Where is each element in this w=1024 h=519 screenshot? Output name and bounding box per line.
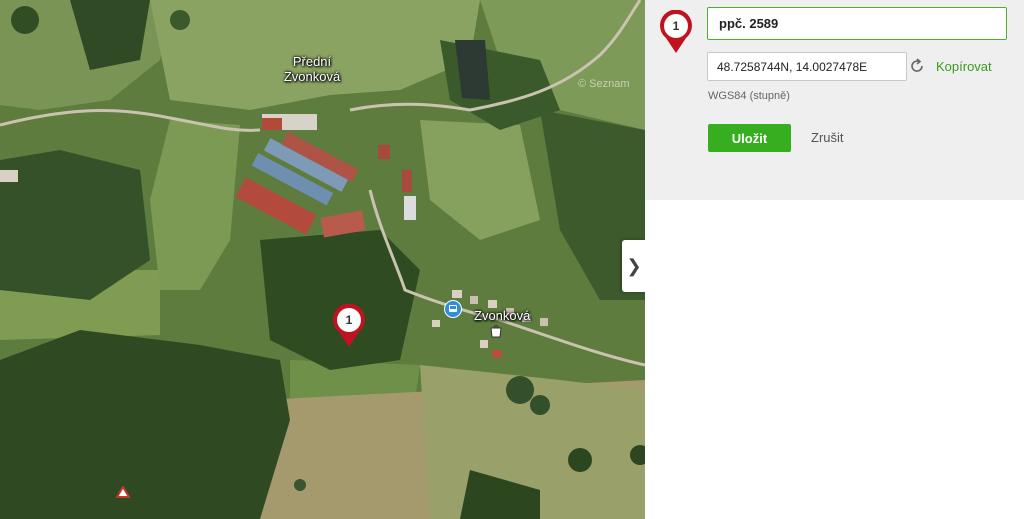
marker-number: 1 — [672, 19, 680, 33]
edit-point-panel: 1 Kopírovat WGS84 (stupně) Uložit Zrušit — [645, 0, 1024, 200]
collapse-panel-button[interactable]: ❯ — [622, 240, 645, 292]
chevron-right-icon: ❯ — [626, 255, 642, 276]
bus-stop-icon[interactable] — [444, 300, 462, 318]
cancel-button[interactable]: Zrušit — [811, 124, 844, 152]
place-label-predni-zvonkova[interactable]: Přední Zvonková — [272, 54, 352, 84]
shop-icon[interactable] — [489, 324, 503, 338]
peak-triangle-icon[interactable] — [115, 485, 131, 498]
point-name-input[interactable] — [707, 7, 1007, 40]
panel-marker-icon: 1 — [659, 9, 693, 54]
coordinate-system-label: WGS84 (stupně) — [708, 90, 790, 102]
map-watermark: © Seznam — [578, 78, 630, 90]
save-button[interactable]: Uložit — [708, 124, 791, 152]
map-view[interactable]: Přední Zvonková Zvonková © Seznam 1 ❯ — [0, 0, 645, 519]
place-label-zvonkova[interactable]: Zvonková — [474, 308, 530, 323]
coordinates-input[interactable] — [707, 52, 907, 81]
copy-link[interactable]: Kopírovat — [936, 59, 992, 74]
place-name: Přední Zvonková — [283, 54, 341, 84]
marker-number: 1 — [345, 313, 353, 327]
place-name: Zvonková — [474, 308, 531, 323]
refresh-icon[interactable] — [909, 58, 925, 74]
map-marker-pin[interactable]: 1 — [332, 303, 366, 348]
